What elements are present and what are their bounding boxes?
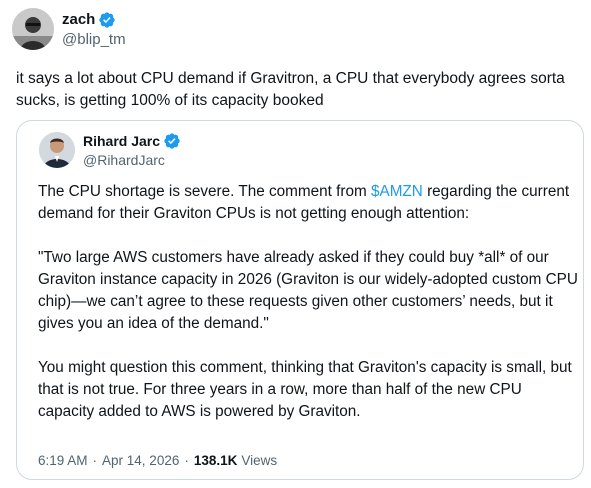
quoted-tweet-footer: 6:19 AM · Apr 14, 2026 · 138.1K Views: [38, 453, 277, 468]
author-display-name[interactable]: zach: [62, 11, 95, 28]
tweet-author[interactable]: zach @blip_tm: [12, 8, 126, 50]
paragraph-1-before: The CPU shortage is severe. The comment …: [38, 183, 371, 200]
author-handle[interactable]: @blip_tm: [62, 31, 126, 48]
quoted-tweet-body: The CPU shortage is severe. The comment …: [38, 181, 578, 445]
quoted-author-handle[interactable]: @RihardJarc: [83, 152, 181, 168]
post-time[interactable]: 6:19 AM: [38, 453, 88, 468]
verified-badge-icon: [164, 132, 180, 149]
post-date[interactable]: Apr 14, 2026: [102, 453, 179, 468]
separator-dot: ·: [184, 453, 189, 468]
quoted-author-display-name[interactable]: Rihard Jarc: [83, 133, 160, 149]
quoted-author-avatar[interactable]: [39, 131, 75, 168]
avatar-photo-icon: [12, 8, 54, 50]
quoted-tweet-card[interactable]: Rihard Jarc @RihardJarc The CPU shortage…: [16, 120, 584, 480]
cashtag-link[interactable]: $AMZN: [371, 183, 423, 200]
views-count[interactable]: 138.1K: [194, 453, 238, 468]
quoted-paragraph-2: "Two large AWS customers have already as…: [38, 249, 578, 332]
tweet-text: it says a lot about CPU demand if Gravit…: [16, 70, 565, 109]
quoted-paragraph-1: The CPU shortage is severe. The comment …: [38, 181, 578, 225]
author-avatar[interactable]: [12, 8, 54, 50]
quoted-tweet-author[interactable]: Rihard Jarc @RihardJarc: [39, 131, 181, 168]
verified-badge-icon: [99, 11, 116, 28]
avatar-photo-icon: [39, 131, 75, 168]
views-label: Views: [241, 453, 278, 468]
quoted-paragraph-3: You might question this comment, thinkin…: [38, 359, 572, 420]
separator-dot: ·: [92, 453, 98, 468]
